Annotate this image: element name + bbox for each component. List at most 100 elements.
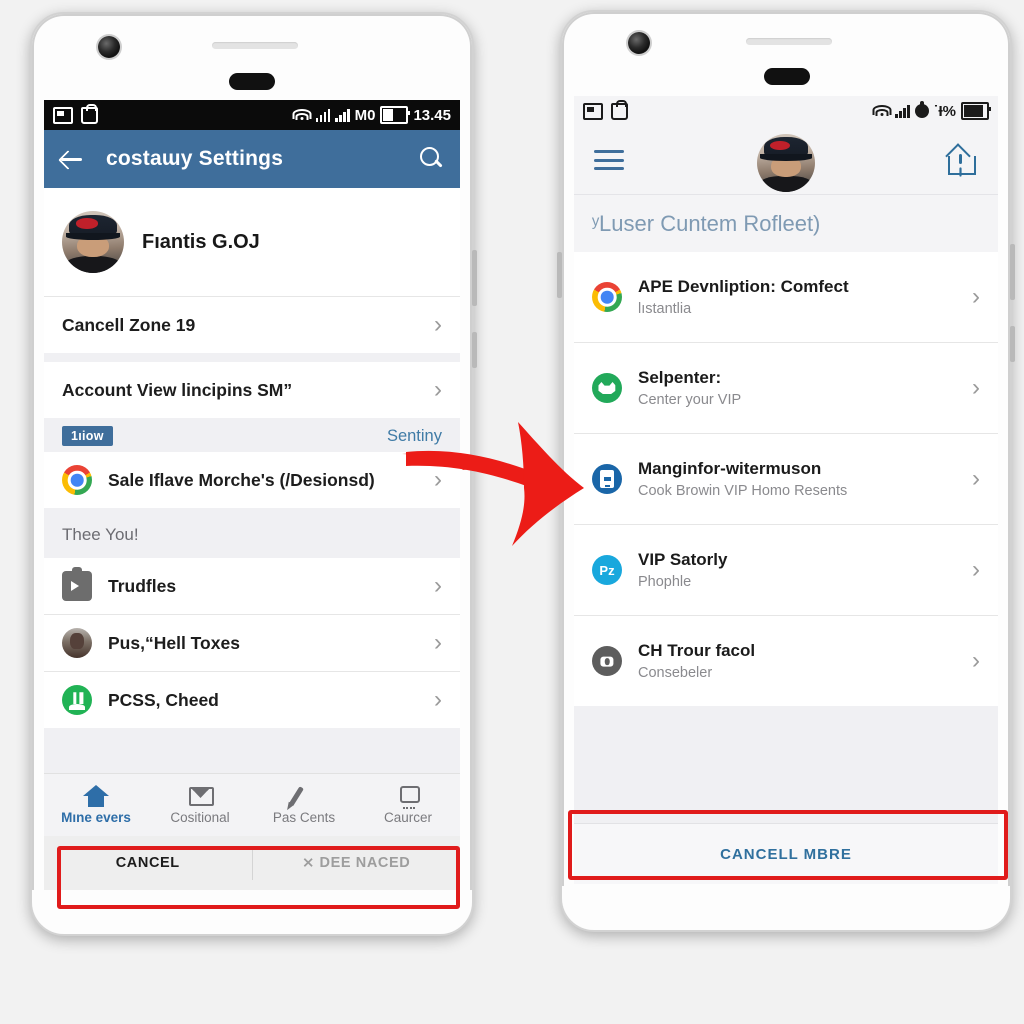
list-item[interactable]: APE Devnliption: Comfect lıstantlia ›	[574, 252, 998, 342]
left-app-bar: costaɯy Settings	[44, 130, 460, 188]
list-item-subtitle: Center your VIP	[638, 392, 742, 408]
chrome-icon	[62, 465, 92, 495]
right-phone-side-button[interactable]	[1010, 244, 1015, 300]
person-avatar-icon	[62, 628, 92, 658]
list-item[interactable]: Cancell Zone 19 ›	[44, 297, 460, 353]
list-item-label: Cancell Zone 19	[62, 314, 196, 335]
apps-card[interactable]: Trudfles › Pus,“Hell Toxes › PCSS, Cheed…	[44, 558, 460, 728]
list-item-title: VIP Satorly	[638, 550, 728, 569]
nav-item-customer[interactable]: Caurcer	[356, 774, 460, 836]
nav-label: Pas Cents	[272, 810, 336, 825]
list-item[interactable]: CH Trour facol Consebeler ›	[574, 616, 998, 706]
right-top-bar	[574, 126, 998, 195]
list-item-subtitle: Cook Browin VIP Homo Resents	[638, 483, 848, 499]
list-item-label: Account View lincipins SM”	[62, 379, 293, 400]
chevron-right-icon: ›	[434, 629, 442, 656]
list-item[interactable]: PCSS, Cheed ›	[44, 672, 460, 728]
proximity-sensor	[764, 68, 810, 85]
right-phone-volume-button[interactable]	[1010, 326, 1015, 362]
nav-item-home[interactable]: Mıne evers	[44, 774, 148, 836]
left-phone-bottom-chassis	[32, 890, 472, 934]
chevron-right-icon: ›	[434, 376, 442, 403]
list-item-title: CH Trour facol	[638, 641, 756, 660]
carrier-label: M0	[354, 106, 376, 124]
mail-icon	[187, 785, 214, 807]
list-item-subtitle: Consebeler	[638, 665, 713, 681]
signal-icon	[315, 108, 331, 122]
chevron-right-icon: ›	[972, 283, 980, 310]
signal2-icon	[335, 108, 350, 122]
page-title: costaɯy Settings	[106, 147, 284, 170]
battery-icon	[380, 106, 411, 124]
back-arrow-icon[interactable]	[60, 147, 84, 171]
bottom-navigation[interactable]: Mıne evers Cositional Pas Cents Caurcer	[44, 773, 460, 836]
hamburger-menu-icon[interactable]	[594, 150, 624, 170]
right-phone-top-chassis	[562, 12, 1010, 98]
left-phone-volume-button[interactable]	[472, 332, 477, 368]
battery-icon	[961, 102, 991, 120]
list-item-title: Selpenter:	[638, 368, 722, 387]
profile-row[interactable]: Fıantis G.OJ	[44, 188, 460, 296]
right-phone-left-button[interactable]	[557, 252, 562, 298]
chevron-right-icon: ›	[972, 465, 980, 492]
left-action-bar[interactable]: CANCEL ⨯ DEE NACED	[44, 836, 460, 890]
account-card[interactable]: Account View lincipins SM” ›	[44, 362, 460, 418]
chevron-right-icon: ›	[434, 686, 442, 713]
nav-item-mail[interactable]: Cositional	[148, 774, 252, 836]
screenshot-icon	[53, 106, 73, 124]
nav-label: Caurcer	[383, 810, 432, 825]
nav-label: Mıne evers	[61, 810, 131, 825]
left-phone-side-button[interactable]	[472, 250, 477, 306]
search-icon[interactable]	[418, 146, 444, 172]
front-camera-icon	[628, 32, 650, 54]
list-item[interactable]: Selpenter: Center your VIP ›	[574, 343, 998, 433]
right-phone-screen: ˙Ɨ% ʸLuser Cuntem Rofleet) APE Devnlipti…	[574, 96, 998, 884]
left-phone-top-chassis	[32, 14, 472, 100]
chevron-right-icon: ›	[434, 572, 442, 599]
green-team-icon	[592, 373, 622, 403]
list-item-label: Sale Iflave Morche's (/Desionsd)	[108, 469, 375, 490]
profile-card[interactable]: Fıantis G.OJ Cancell Zone 19 ›	[44, 188, 460, 353]
list-item-title: APE Devnliption: Comfect	[638, 277, 849, 296]
camera-icon	[592, 646, 622, 676]
profile-name: Fıantis G.OJ	[142, 230, 260, 253]
nav-label: Cositional	[170, 810, 230, 825]
muted-icon	[583, 102, 603, 120]
list-item[interactable]: Trudfles ›	[44, 558, 460, 614]
confirm-button[interactable]: ⨯ DEE NACED	[253, 836, 461, 890]
avatar[interactable]	[757, 134, 815, 192]
list-item-title: Manginfor-witermuson	[638, 459, 822, 478]
alarm-icon	[914, 101, 929, 118]
left-status-bar: M0 13.45	[44, 100, 460, 130]
red-arrow-right	[402, 422, 584, 546]
pz-icon: Pz	[592, 555, 622, 585]
list-item-subtitle: Phophle	[638, 574, 692, 590]
list-item-subtitle: lıstantlia	[638, 301, 692, 317]
chevron-right-icon: ›	[972, 374, 980, 401]
signal-icon	[895, 104, 910, 118]
list-item-label: PCSS, Cheed	[108, 689, 219, 710]
list-item[interactable]: Pus,“Hell Toxes ›	[44, 615, 460, 671]
right-phone-device: ˙Ɨ% ʸLuser Cuntem Rofleet) APE Devnlipti…	[557, 10, 1015, 932]
bag-icon	[81, 103, 98, 124]
avatar	[62, 211, 124, 273]
list-item[interactable]: Manginfor-witermuson Cook Browin VIP Hom…	[574, 434, 998, 524]
cancel-button[interactable]: CANCEL	[44, 836, 252, 890]
front-camera-icon	[98, 36, 120, 58]
list-item-label: Trudfles	[108, 575, 177, 596]
right-status-bar: ˙Ɨ%	[574, 96, 998, 126]
nav-item-pen[interactable]: Pas Cents	[252, 774, 356, 836]
cancel-more-button[interactable]: CANCELL MBRE	[574, 823, 998, 884]
earpiece-speaker	[212, 42, 298, 49]
wifi-icon	[872, 104, 891, 118]
clipboard-icon	[611, 99, 628, 120]
report-home-icon[interactable]	[946, 145, 978, 175]
earpiece-speaker	[746, 38, 832, 45]
clock-label: 13.45	[413, 106, 451, 124]
green-app-icon	[62, 685, 92, 715]
list-item[interactable]: Pz VIP Satorly Phophle ›	[574, 525, 998, 615]
right-list-card[interactable]: APE Devnliption: Comfect lıstantlia › Se…	[574, 252, 998, 706]
wifi-icon	[292, 108, 312, 122]
list-item[interactable]: Account View lincipins SM” ›	[44, 362, 460, 418]
right-section-header: ʸLuser Cuntem Rofleet)	[574, 195, 998, 252]
